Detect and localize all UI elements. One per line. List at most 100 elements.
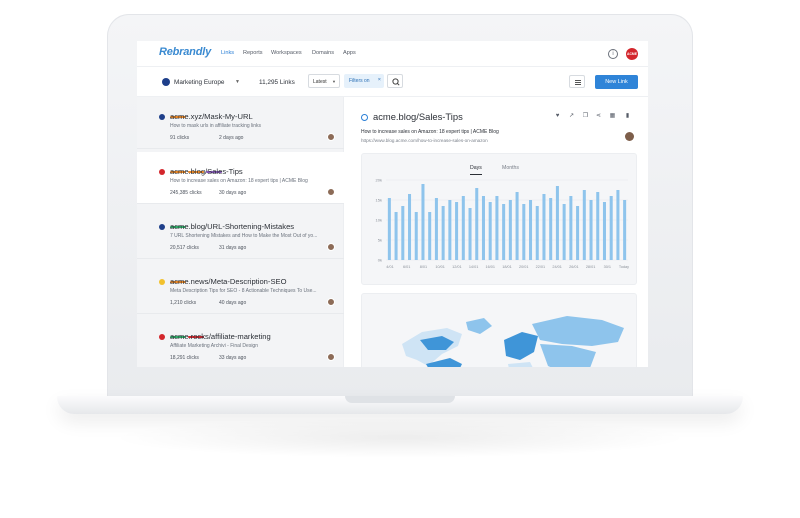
favicon-icon <box>159 334 165 340</box>
tag-bars <box>170 160 224 173</box>
chart-bar[interactable] <box>569 196 573 260</box>
app-screen: Rebrandly Links Reports Workspaces Domai… <box>137 41 648 367</box>
x-tick-label: 20/01 <box>519 265 529 269</box>
sort-select[interactable]: Latest ▼ <box>308 74 340 88</box>
open-external-icon[interactable]: ↗ <box>568 113 575 120</box>
y-tick-label: 10k <box>376 218 382 223</box>
map-asia <box>540 344 596 367</box>
chart-bar[interactable] <box>421 184 425 260</box>
share-icon[interactable]: ⋖ <box>595 113 602 120</box>
nav-links[interactable]: Links <box>221 50 234 56</box>
favorite-icon[interactable]: ♥ <box>554 113 561 120</box>
chart-bar[interactable] <box>488 202 492 260</box>
chart-bar[interactable] <box>522 204 526 260</box>
chart-bar[interactable] <box>414 212 418 260</box>
chart-bar[interactable] <box>387 198 391 260</box>
list-item[interactable]: acme.blog/URL-Shortening-Mistakes 7 URL S… <box>137 207 344 259</box>
x-tick-label: 18/01 <box>502 265 512 269</box>
detail-title[interactable]: acme.blog/Sales-Tips <box>373 111 463 122</box>
map-africa <box>508 362 533 367</box>
delete-icon[interactable]: ▮ <box>624 113 631 120</box>
list-item[interactable]: acme.blog/Sales-Tips How to increase sale… <box>137 152 344 204</box>
menu-icon <box>575 82 581 83</box>
chart-bar[interactable] <box>596 192 600 260</box>
filters-chip-label: Filters on <box>349 78 370 84</box>
chart-bar[interactable] <box>562 204 566 260</box>
list-view-button[interactable] <box>569 75 585 88</box>
chart-bar[interactable] <box>555 186 559 260</box>
link-clicks: 20,517 clicks <box>170 245 199 251</box>
favicon-icon <box>159 169 165 175</box>
detail-destination-url[interactable]: https://www.blog.acme.com/how-to-increas… <box>361 138 488 143</box>
chevron-down-icon[interactable]: ▼ <box>235 79 240 85</box>
link-title: acme.rocks/affiliate-marketing <box>170 332 271 341</box>
chart-bar[interactable] <box>468 208 472 260</box>
chart-bar[interactable] <box>602 202 606 260</box>
list-item[interactable]: acme.rocks/affiliate-marketing Affiliate … <box>137 317 344 367</box>
chart-bar[interactable] <box>542 194 546 260</box>
chart-bar[interactable] <box>455 202 459 260</box>
link-title: acme.xyz/Mask-My-URL <box>170 112 253 121</box>
tag-bars <box>170 215 188 228</box>
account-avatar[interactable]: ACME <box>626 48 638 60</box>
y-tick-label: 5k <box>378 238 382 243</box>
detail-description: How to increase sales on Amazon: 18 expe… <box>361 129 499 135</box>
chart-bar[interactable] <box>589 200 593 260</box>
copy-icon[interactable]: ❐ <box>582 113 589 120</box>
eu-flag-icon <box>162 78 170 86</box>
chart-bar[interactable] <box>434 198 438 260</box>
map-europe <box>504 332 538 360</box>
workspace-selector[interactable]: Marketing Europe <box>174 79 224 86</box>
y-tick-label: 15k <box>376 198 382 203</box>
chart-bar[interactable] <box>502 204 506 260</box>
nav-reports[interactable]: Reports <box>243 50 263 56</box>
search-button[interactable] <box>387 74 403 88</box>
chart-bar[interactable] <box>495 196 499 260</box>
link-description: 7 URL Shortening Mistakes and How to Mak… <box>170 233 318 239</box>
chart-bar[interactable] <box>448 200 452 260</box>
chart-bar[interactable] <box>408 194 412 260</box>
nav-apps[interactable]: Apps <box>343 50 356 56</box>
new-link-button[interactable]: New Link <box>595 75 638 89</box>
filters-chip[interactable]: Filters on × <box>344 74 384 88</box>
chart-bar[interactable] <box>582 190 586 260</box>
chart-bar[interactable] <box>508 200 512 260</box>
chart-bar[interactable] <box>394 212 398 260</box>
chart-bar[interactable] <box>616 190 620 260</box>
chart-bar[interactable] <box>609 196 613 260</box>
clicks-chart-card: Days Months 20k 15k 10k 5k 0k 4/01 6/01 8/01 10/… <box>361 153 637 285</box>
chart-bar[interactable] <box>529 200 533 260</box>
list-item[interactable]: acme.xyz/Mask-My-URL How to mask urls in … <box>137 97 344 149</box>
close-icon[interactable]: × <box>378 77 381 83</box>
chart-bar[interactable] <box>441 206 445 260</box>
chart-bar[interactable] <box>461 196 465 260</box>
tag-bars <box>170 325 206 338</box>
chart-bar[interactable] <box>481 196 485 260</box>
chart-bar[interactable] <box>549 198 553 260</box>
chart-bar[interactable] <box>623 200 627 260</box>
chart-bar[interactable] <box>515 192 519 260</box>
laptop-notch <box>345 396 455 403</box>
chart-bar[interactable] <box>576 206 580 260</box>
chart-bar[interactable] <box>428 212 432 260</box>
list-item[interactable]: acme.news/Meta-Description-SEO Meta Descr… <box>137 262 344 314</box>
app-logo[interactable]: Rebrandly <box>159 46 211 58</box>
sort-select-value: Latest <box>313 79 327 85</box>
nav-workspaces[interactable]: Workspaces <box>271 50 302 56</box>
chart-bar[interactable] <box>475 188 479 260</box>
info-icon[interactable]: i <box>608 49 618 59</box>
nav-domains[interactable]: Domains <box>312 50 334 56</box>
x-tick-label: 24/01 <box>552 265 562 269</box>
chart-bar[interactable] <box>535 206 539 260</box>
map-greenland <box>466 318 492 334</box>
favicon-icon <box>159 279 165 285</box>
chart-bar[interactable] <box>401 206 405 260</box>
qr-code-icon[interactable]: ▦ <box>609 113 616 120</box>
links-list: acme.xyz/Mask-My-URL How to mask urls in … <box>137 97 344 367</box>
link-date: 33 days ago <box>219 355 247 361</box>
x-tick-label: 12/01 <box>452 265 462 269</box>
x-tick-label: 28/01 <box>586 265 596 269</box>
tab-months[interactable]: Months <box>502 165 519 171</box>
x-tick-label: 4/01 <box>386 265 393 269</box>
tag-bars <box>170 105 188 118</box>
